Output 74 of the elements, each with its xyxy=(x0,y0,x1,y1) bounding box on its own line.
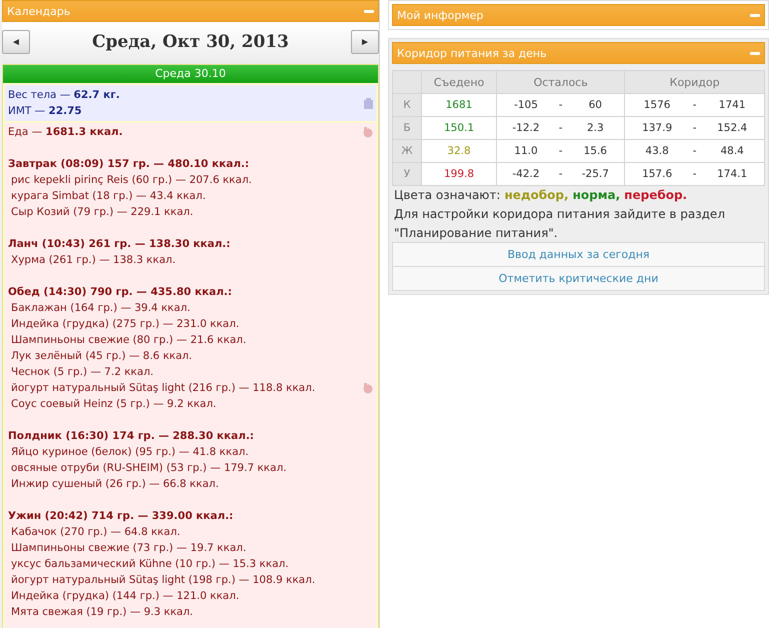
collapse-icon[interactable] xyxy=(750,52,760,54)
table-cell: - xyxy=(688,94,700,116)
food-item: Шампиньоны свежие (80 гр.) — 21.6 ккал. xyxy=(10,333,246,348)
panel-title: Календарь xyxy=(7,4,70,18)
table-cell: -25.7 xyxy=(566,162,625,186)
meal-title: Ланч (10:43) 261 гр. — 138.30 ккал.: xyxy=(8,237,232,252)
food-item: Кабачок (270 гр.) — 64.8 ккал. xyxy=(10,525,180,540)
food-item: овсяные отруби (RU-SHEIM) (53 гр.) — 179.7 ккал. xyxy=(10,461,287,476)
collapse-icon[interactable] xyxy=(364,10,374,12)
food-item: Лук зелёный (45 гр.) — 8.6 ккал. xyxy=(10,349,192,364)
column-header: Осталось xyxy=(496,70,625,94)
meal-title: Полдник (16:30) 174 гр. — 288.30 ккал.: xyxy=(8,429,256,444)
action-button[interactable]: Отметить критические дни xyxy=(392,266,765,291)
column-header: Съедено xyxy=(422,70,496,94)
info-text: Для настройки коридора питания зайдите в раздел "Планирование питания". xyxy=(393,206,726,242)
table-cell: 60 xyxy=(566,94,625,116)
food-item: курага Simbat (18 гр.) — 43.4 ккал. xyxy=(10,189,206,204)
table-cell: - xyxy=(554,116,566,140)
table-cell: - xyxy=(554,140,566,162)
body-stat: Вес тела — 62.7 кг. xyxy=(8,88,120,103)
legend-item: норма, xyxy=(572,187,620,204)
food-item: Соус соевый Heinz (5 гр.) — 9.2 ккал. xyxy=(10,397,216,412)
row-label: Ж xyxy=(392,140,422,162)
meal-title: Обед (14:30) 790 гр. — 435.80 ккал.: xyxy=(8,285,233,300)
food-item: уксус бальзамический Kühne (10 гр.) — 15.3 ккал. xyxy=(10,557,289,572)
table-cell: 174.1 xyxy=(700,162,764,186)
body-stat: ИМТ — 22.75 xyxy=(8,104,83,119)
table-cell: 15.6 xyxy=(566,140,625,162)
food-item: Шампиньоны свежие (73 гр.) — 19.7 ккал. xyxy=(10,541,246,556)
food-total: Еда — 1681.3 ккал. xyxy=(8,125,123,140)
table-cell: 1741 xyxy=(700,94,764,116)
row-label: У xyxy=(392,162,422,186)
food-item: Мята свежая (19 гр.) — 9.3 ккал. xyxy=(10,605,194,620)
panel-title: Мой информер xyxy=(397,8,484,22)
table-cell: 48.4 xyxy=(700,140,764,162)
panel-title: Коридор питания за день xyxy=(397,46,547,60)
legend-item: перебор. xyxy=(624,187,688,204)
food-item: рис kepekli pirinç Reis (60 гр.) — 207.6 ккал. xyxy=(10,173,252,188)
table-cell: 199.8 xyxy=(422,162,496,186)
action-button[interactable]: Ввод данных за сегодня xyxy=(392,242,765,267)
legend-item: недобор, xyxy=(504,187,569,204)
table-cell: 1681 xyxy=(422,94,496,116)
food-item: Инжир сушеный (26 гр.) — 66.8 ккал. xyxy=(10,477,219,492)
food-item: Баклажан (164 гр.) — 39.4 ккал. xyxy=(10,301,190,316)
table-cell: 152.4 xyxy=(700,116,764,140)
row-label: К xyxy=(392,94,422,116)
table-cell: 2.3 xyxy=(566,116,625,140)
scale-icon xyxy=(364,98,373,108)
table-cell: - xyxy=(688,140,700,162)
food-item: йогурт натуральный Sütaş light (216 гр.) — 118.8 ккал. xyxy=(10,381,316,396)
column-header: Коридор xyxy=(624,70,764,94)
collapse-icon[interactable] xyxy=(750,14,760,16)
row-label: Б xyxy=(392,116,422,140)
food-item: Сыр Козий (79 гр.) — 229.1 ккал. xyxy=(10,205,194,220)
table-cell: 150.1 xyxy=(422,116,496,140)
table-header xyxy=(392,70,422,94)
meal-title: Ужин (20:42) 714 гр. — 339.00 ккал.: xyxy=(8,509,234,524)
table-cell: 32.8 xyxy=(422,140,496,162)
food-item: йогурт натуральный Sütaş light (198 гр.) — 108.9 ккал. xyxy=(10,573,316,588)
food-item: Яйцо куриное (белок) (95 гр.) — 41.8 ккал. xyxy=(10,445,249,460)
next-day-button[interactable]: ► xyxy=(350,30,379,54)
food-item: Индейка (грудка) (275 гр.) — 231.0 ккал. xyxy=(10,317,240,332)
food-item: Индейка (грудка) (144 гр.) — 121.0 ккал. xyxy=(10,589,240,604)
table-cell: - xyxy=(688,162,700,186)
food-item: Хурма (261 гр.) — 138.3 ккал. xyxy=(10,253,176,268)
previous-day-button[interactable]: ◄ xyxy=(2,30,30,54)
table-cell: - xyxy=(554,94,566,116)
table-cell: - xyxy=(688,116,700,140)
legend-label: Цвета означают: xyxy=(394,187,500,204)
table-cell: - xyxy=(554,162,566,186)
meal-title: Завтрак (08:09) 157 гр. — 480.10 ккал.: xyxy=(8,157,250,172)
date-title: Среда, Окт 30, 2013 xyxy=(92,32,289,52)
food-item: Чеснок (5 гр.) — 7.2 ккал. xyxy=(10,365,154,380)
day-header: Среда 30.10 xyxy=(3,65,378,83)
